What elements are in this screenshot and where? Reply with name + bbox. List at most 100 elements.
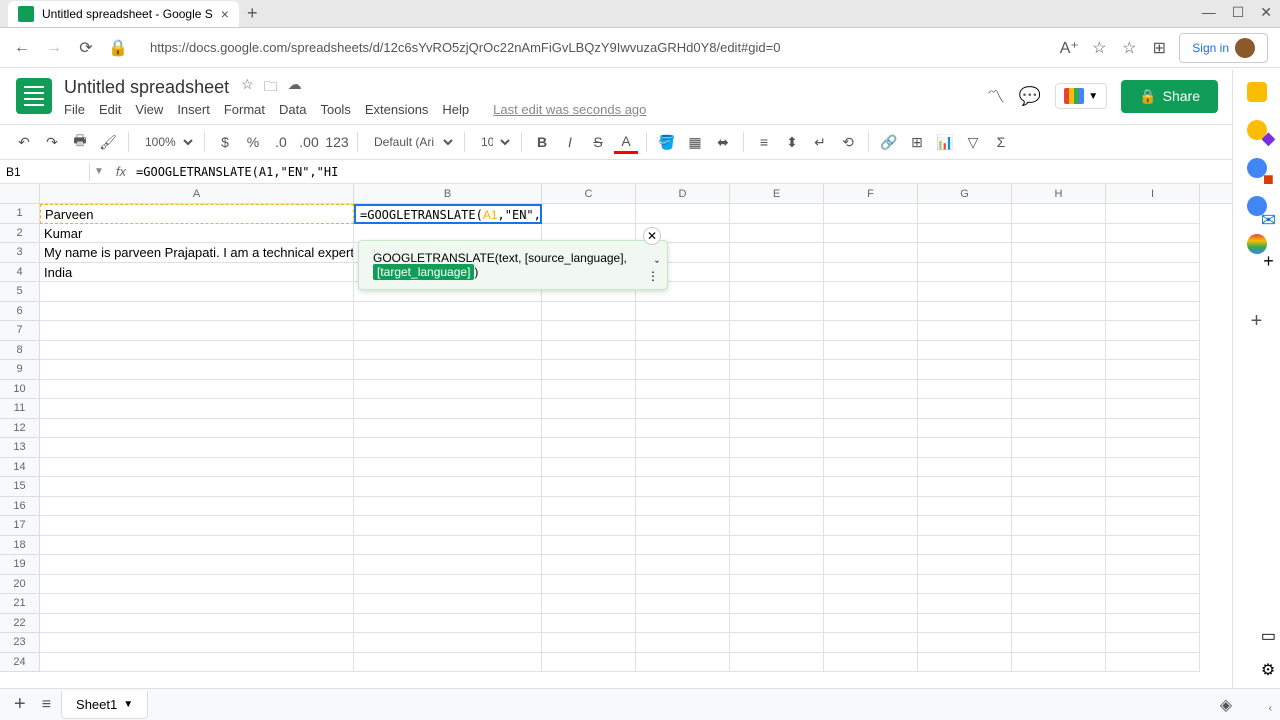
star-icon[interactable]: ☆ [241,76,254,100]
cell[interactable] [1106,263,1200,283]
cell[interactable] [354,341,542,361]
select-all-corner[interactable] [0,184,40,203]
cell[interactable] [918,380,1012,400]
cell[interactable] [1012,360,1106,380]
cell[interactable] [824,380,918,400]
zoom-select[interactable]: 100% [137,132,196,152]
cell[interactable]: =GOOGLETRANSLATE(A1,"EN","HI [354,204,542,224]
cell[interactable] [1012,380,1106,400]
cell[interactable] [636,614,730,634]
cell[interactable] [730,419,824,439]
move-icon[interactable]: 🗀 [264,76,278,100]
cell[interactable] [636,497,730,517]
cell[interactable] [1012,536,1106,556]
cell[interactable] [542,302,636,322]
cell[interactable] [730,282,824,302]
new-tab-button[interactable]: + [247,3,258,24]
cell[interactable] [1106,302,1200,322]
cell[interactable] [354,380,542,400]
rotate-icon[interactable]: ⟲ [836,130,860,154]
cell[interactable] [918,302,1012,322]
all-sheets-icon[interactable]: ≡ [42,696,51,714]
col-header-H[interactable]: H [1012,184,1106,203]
name-box[interactable] [0,163,90,181]
cell[interactable] [40,633,354,653]
cell[interactable] [824,302,918,322]
cell[interactable] [354,477,542,497]
menu-format[interactable]: Format [224,102,265,117]
cell[interactable] [1106,653,1200,673]
cell[interactable] [1106,497,1200,517]
cell[interactable] [354,497,542,517]
cell[interactable] [1012,204,1106,224]
cell[interactable] [636,419,730,439]
minimize-icon[interactable]: — [1202,4,1216,21]
row-header[interactable]: 5 [0,282,40,302]
cell[interactable] [636,399,730,419]
cell[interactable] [542,594,636,614]
cell[interactable] [1012,633,1106,653]
edge-copilot-icon[interactable]: ◆ [1262,128,1276,149]
cell[interactable] [636,321,730,341]
cell[interactable] [1106,633,1200,653]
add-sheet-button[interactable]: + [8,693,32,716]
cell[interactable] [40,360,354,380]
formula-input[interactable] [134,163,1280,181]
cell[interactable] [1012,594,1106,614]
url-input[interactable] [140,34,1047,61]
cell[interactable] [354,633,542,653]
menu-tools[interactable]: Tools [320,102,350,117]
row-header[interactable]: 12 [0,419,40,439]
add-addon-icon[interactable]: + [1251,310,1263,333]
cell[interactable] [1012,419,1106,439]
cell[interactable] [542,341,636,361]
share-button[interactable]: 🔒 Share [1121,80,1218,113]
last-edit-link[interactable]: Last edit was seconds ago [493,102,646,117]
cell[interactable] [824,419,918,439]
col-header-D[interactable]: D [636,184,730,203]
row-header[interactable]: 22 [0,614,40,634]
row-header[interactable]: 6 [0,302,40,322]
cell[interactable] [1012,243,1106,263]
cell[interactable] [730,321,824,341]
cell[interactable] [636,204,730,224]
sheets-logo-icon[interactable] [16,78,52,114]
meet-button[interactable]: ▼ [1055,83,1107,109]
hint-more-icon[interactable]: ⋮ [647,269,659,283]
cell[interactable] [730,614,824,634]
cell[interactable] [918,458,1012,478]
cell[interactable] [542,497,636,517]
cell[interactable] [1106,204,1200,224]
row-header[interactable]: 10 [0,380,40,400]
cell[interactable] [542,321,636,341]
borders-icon[interactable]: ▦ [683,130,707,154]
cell[interactable] [40,380,354,400]
row-header[interactable]: 21 [0,594,40,614]
cell[interactable] [40,555,354,575]
cell[interactable] [636,653,730,673]
strikethrough-icon[interactable]: S [586,130,610,154]
cell[interactable] [40,302,354,322]
cell[interactable] [918,399,1012,419]
cell[interactable] [1012,438,1106,458]
cell[interactable] [918,263,1012,283]
cell[interactable] [354,302,542,322]
cell[interactable] [636,633,730,653]
row-header[interactable]: 4 [0,263,40,283]
cell[interactable] [636,555,730,575]
cell[interactable] [730,399,824,419]
cell[interactable] [354,360,542,380]
cell[interactable] [1012,458,1106,478]
cell[interactable] [1012,497,1106,517]
cell[interactable] [636,594,730,614]
cell[interactable] [1106,224,1200,244]
cell[interactable] [1106,477,1200,497]
cell[interactable] [1012,341,1106,361]
edge-notes-icon[interactable]: ▭ [1261,626,1276,646]
cell[interactable] [1106,282,1200,302]
row-header[interactable]: 2 [0,224,40,244]
menu-file[interactable]: File [64,102,85,117]
cell[interactable] [40,497,354,517]
row-header[interactable]: 1 [0,204,40,224]
menu-help[interactable]: Help [442,102,469,117]
